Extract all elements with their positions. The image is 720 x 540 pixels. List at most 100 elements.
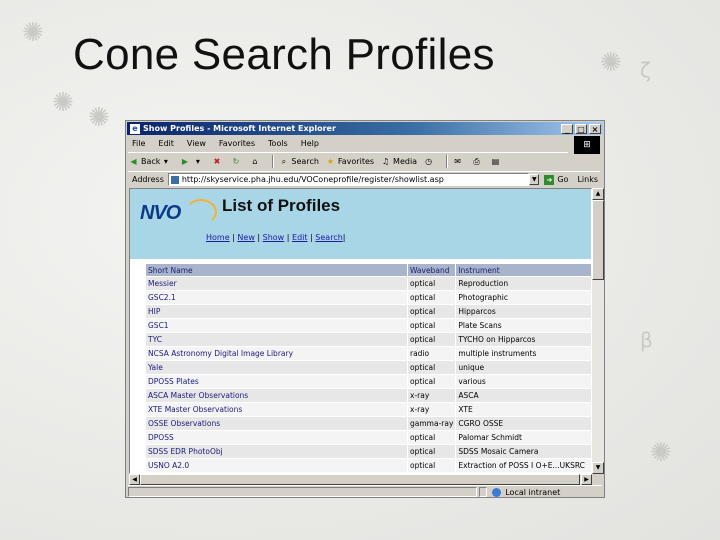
profile-link[interactable]: USNO A2.0 (148, 461, 189, 470)
short-name-cell[interactable]: Messier (145, 276, 408, 291)
chevron-down-icon: ▾ (195, 157, 200, 166)
short-name-cell[interactable]: SDSS EDR PhotoObj (145, 444, 408, 459)
instrument-cell: TYCHO on Hipparcos (455, 332, 591, 347)
security-zone: Local intranet (489, 487, 602, 497)
nav-search-link[interactable]: Search (315, 233, 342, 242)
column-header-waveband[interactable]: Waveband (406, 263, 457, 277)
table-row: DPOSS Plates optical various (145, 374, 591, 389)
menu-favorites[interactable]: Favorites (215, 139, 255, 148)
media-button[interactable]: ♫ Media (380, 156, 417, 167)
vertical-scroll-thumb[interactable] (592, 200, 604, 280)
address-dropdown-button[interactable]: ▼ (529, 174, 540, 185)
refresh-button[interactable]: ↻ (230, 156, 243, 167)
nav-edit-link[interactable]: Edit (292, 233, 308, 242)
home-button[interactable]: ⌂ (249, 156, 262, 167)
short-name-cell[interactable]: XTE Master Observations (145, 402, 408, 417)
back-button[interactable]: ◀ Back ▾ (128, 156, 173, 167)
mail-button[interactable]: ✉ (452, 156, 465, 167)
stop-icon: ✖ (213, 157, 221, 166)
scroll-down-button[interactable]: ▼ (592, 462, 604, 474)
status-bar: Local intranet (128, 485, 602, 498)
favorites-button[interactable]: ★ Favorites (325, 156, 374, 167)
decorative-star-icon: ✺ (22, 18, 44, 48)
scroll-right-button[interactable]: ▶ (581, 474, 592, 485)
forward-button[interactable]: ▶ ▾ (179, 156, 205, 167)
short-name-cell[interactable]: DPOSS Plates (145, 374, 408, 389)
slide-title: Cone Search Profiles (73, 30, 495, 79)
column-header-instrument[interactable]: Instrument (455, 263, 591, 277)
instrument-cell: Reproduction (455, 276, 591, 291)
menu-file[interactable]: File (128, 139, 145, 148)
menu-view[interactable]: View (183, 139, 206, 148)
menu-tools[interactable]: Tools (264, 139, 288, 148)
short-name-cell[interactable]: Yale (145, 360, 408, 375)
favorites-label: Favorites (337, 157, 375, 166)
short-name-cell[interactable]: NCSA Astronomy Digital Image Library (145, 346, 408, 361)
decorative-greek-icon: β (640, 328, 653, 352)
column-header-short-name[interactable]: Short Name (145, 263, 408, 277)
stop-button[interactable]: ✖ (211, 156, 224, 167)
edit-page-button[interactable]: ▤ (490, 156, 503, 167)
chevron-down-icon: ▾ (163, 157, 168, 166)
home-icon: ⌂ (252, 157, 258, 166)
profile-link[interactable]: DPOSS (148, 433, 174, 442)
table-row: XTE Master Observations x-ray XTE (145, 402, 591, 417)
nav-home-link[interactable]: Home (206, 233, 230, 242)
profile-link[interactable]: OSSE Observations (148, 419, 220, 428)
menu-help[interactable]: Help (297, 139, 319, 148)
history-button[interactable]: ◷ (423, 156, 436, 167)
table-row: GSC1 optical Plate Scans (145, 318, 591, 333)
media-label: Media (393, 157, 418, 166)
window-titlebar[interactable]: e Show Profiles - Microsoft Internet Exp… (127, 122, 603, 135)
profile-link[interactable]: GSC1 (148, 321, 169, 330)
print-button[interactable]: ⎙ (471, 156, 484, 167)
waveband-cell: optical (406, 318, 457, 333)
profile-link[interactable]: NCSA Astronomy Digital Image Library (148, 349, 293, 358)
close-button[interactable]: × (589, 123, 601, 134)
short-name-cell[interactable]: OSSE Observations (145, 416, 408, 431)
profile-link[interactable]: SDSS EDR PhotoObj (148, 447, 223, 456)
waveband-cell: optical (406, 304, 457, 319)
profile-link[interactable]: ASCA Master Observations (148, 391, 248, 400)
logo-swirl-icon (185, 199, 217, 225)
short-name-cell[interactable]: GSC2.1 (145, 290, 408, 305)
profile-link[interactable]: Messier (148, 279, 177, 288)
short-name-cell[interactable]: USNO A2.0 (145, 458, 408, 473)
go-button[interactable]: ➜ Go (544, 174, 568, 185)
nav-show-link[interactable]: Show (263, 233, 285, 242)
short-name-cell[interactable]: DPOSS (145, 430, 408, 445)
short-name-cell[interactable]: GSC1 (145, 318, 408, 333)
maximize-button[interactable]: □ (575, 123, 587, 134)
waveband-cell: x-ray (406, 402, 457, 417)
minimize-button[interactable]: _ (561, 123, 573, 134)
decorative-star-icon: ✺ (600, 48, 622, 78)
mail-icon: ✉ (454, 157, 461, 166)
decorative-star-icon: ✺ (52, 88, 74, 118)
profile-link[interactable]: HIP (148, 307, 160, 316)
short-name-cell[interactable]: HIP (145, 304, 408, 319)
scroll-left-button[interactable]: ◀ (129, 474, 140, 485)
vertical-scrollbar[interactable]: ▲ ▼ (592, 188, 604, 474)
print-icon: ⎙ (473, 157, 480, 166)
waveband-cell: optical (406, 444, 457, 459)
profile-link[interactable]: XTE Master Observations (148, 405, 242, 414)
page-heading: List of Profiles (222, 196, 341, 215)
search-button[interactable]: ⌕ Search (278, 156, 319, 167)
menu-edit[interactable]: Edit (154, 139, 174, 148)
table-row: NCSA Astronomy Digital Image Library radi… (145, 346, 591, 361)
short-name-cell[interactable]: ASCA Master Observations (145, 388, 408, 403)
scroll-up-button[interactable]: ▲ (592, 188, 604, 200)
profile-link[interactable]: DPOSS Plates (148, 377, 199, 386)
profile-link[interactable]: TYC (148, 335, 162, 344)
profile-link[interactable]: Yale (148, 363, 163, 372)
profile-link[interactable]: GSC2.1 (148, 293, 176, 302)
links-button[interactable]: Links (577, 175, 598, 184)
back-label: Back (141, 157, 161, 166)
short-name-cell[interactable]: TYC (145, 332, 408, 347)
instrument-cell: ASCA (455, 388, 591, 403)
horizontal-scrollbar[interactable]: ◀ ▶ (129, 474, 592, 485)
nav-new-link[interactable]: New (237, 233, 254, 242)
address-input[interactable]: http://skyservice.pha.jhu.edu/VOConeprof… (167, 173, 530, 186)
horizontal-scroll-thumb[interactable] (140, 474, 580, 485)
media-icon: ♫ (381, 157, 390, 166)
